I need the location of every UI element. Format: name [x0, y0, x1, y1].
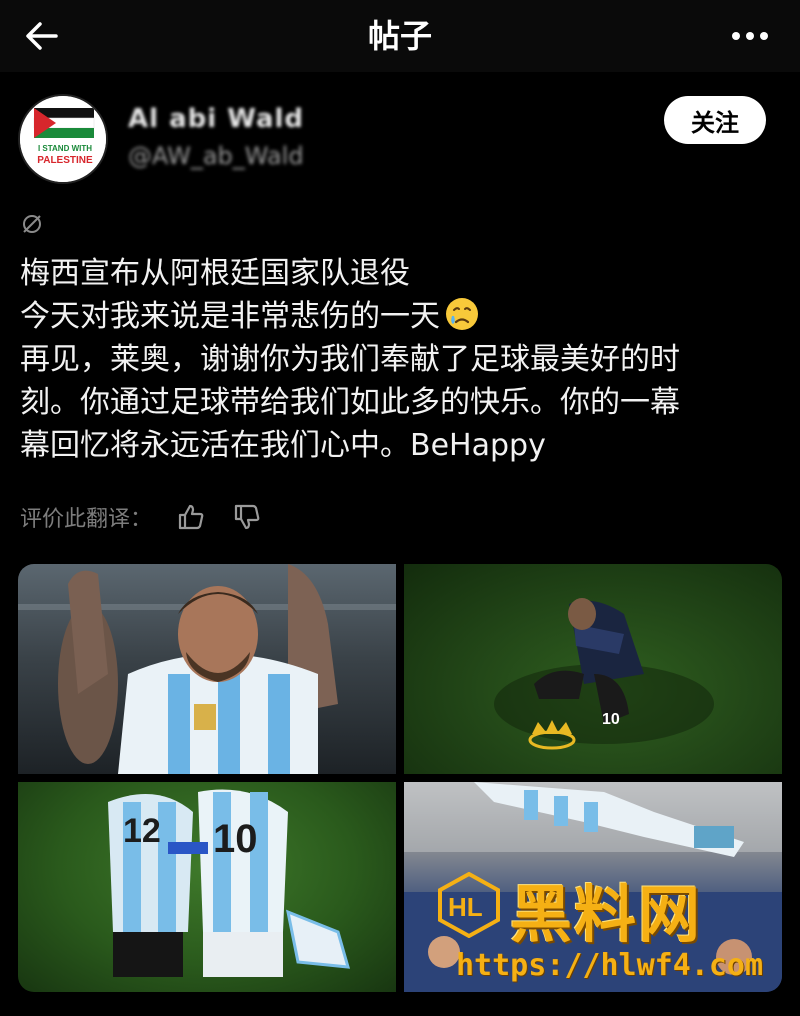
- more-horizontal-icon: [732, 32, 768, 40]
- author-avatar[interactable]: I STAND WITH PALESTINE: [18, 94, 108, 184]
- post-image-1[interactable]: [18, 564, 396, 774]
- post-line: 梅西宣布从阿根廷国家队退役: [20, 256, 410, 291]
- jersey-number: 10: [213, 817, 258, 861]
- more-options-button[interactable]: [728, 14, 772, 58]
- rate-translation-row: 评价此翻译：: [20, 500, 286, 534]
- top-nav-bar: 帖子: [0, 0, 800, 72]
- dislike-translation-button[interactable]: [230, 500, 264, 534]
- post-line: 再见，莱奥，谢谢你为我们奉献了足球最美好的时: [20, 342, 680, 377]
- author-name[interactable]: Al abi Wald: [128, 104, 304, 134]
- post-body: 梅西宣布从阿根廷国家队退役 今天对我来说是非常悲伤的一天 再见，莱奥，谢谢你为我…: [20, 252, 790, 467]
- follow-button[interactable]: 关注: [664, 96, 766, 144]
- kneeling-player-image: 10: [494, 598, 714, 750]
- svg-text:12: 12: [123, 812, 161, 850]
- post-image-2[interactable]: 10: [404, 564, 782, 774]
- watermark-title: 黑料网: [510, 878, 703, 951]
- jersey-number: 10: [602, 711, 620, 728]
- palestine-flag-icon: [20, 96, 106, 182]
- two-players-back-image: 12 10: [108, 789, 351, 977]
- empty-set-icon: [23, 215, 41, 233]
- like-translation-button[interactable]: [174, 500, 208, 534]
- avatar-caption-line2: PALESTINE: [37, 155, 93, 166]
- sad-face-emoji-icon: [446, 298, 478, 330]
- post-image-3[interactable]: 12 10: [18, 782, 396, 992]
- avatar-caption-line1: I STAND WITH: [37, 144, 93, 153]
- rate-translation-label: 评价此翻译：: [20, 507, 153, 532]
- thumbs-up-icon: [178, 504, 204, 530]
- author-handle[interactable]: @AW_ab_Wald: [128, 142, 304, 170]
- post-line: 今天对我来说是非常悲伤的一天: [20, 299, 440, 334]
- page-title: 帖子: [367, 17, 432, 55]
- watermark-url: https://hlwf4.com: [456, 948, 764, 983]
- post-line: 刻。你通过足球带给我们如此多的快乐。你的一幕: [20, 385, 680, 420]
- celebrating-player-image: [18, 564, 396, 774]
- post-line-with-emoji: 今天对我来说是非常悲伤的一天: [20, 295, 790, 338]
- svg-text:HL: HL: [448, 892, 483, 922]
- watermark-logo-icon: HL: [438, 872, 500, 938]
- post-line: 幕回忆将永远活在我们心中。BeHappy: [20, 428, 546, 463]
- thumbs-down-icon: [234, 504, 260, 530]
